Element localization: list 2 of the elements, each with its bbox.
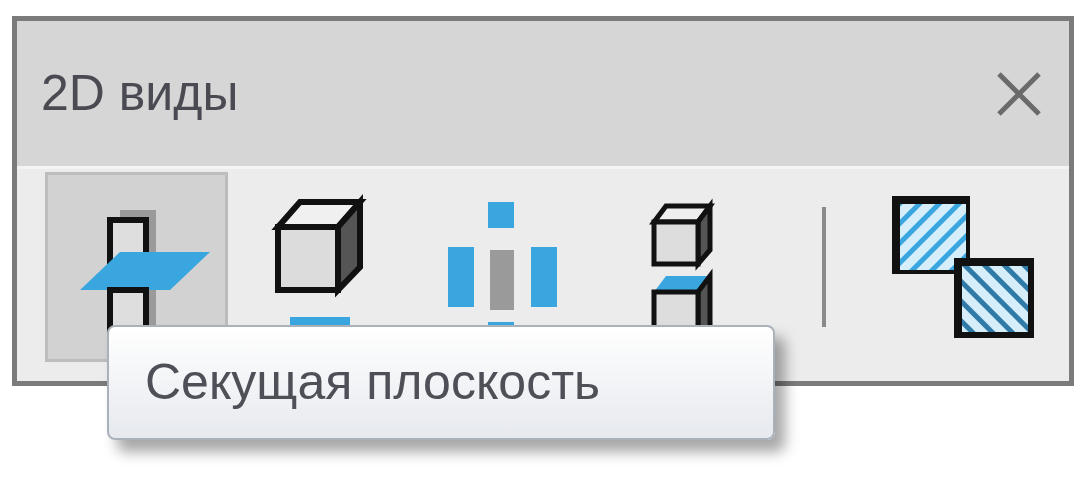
panel-title: 2D виды: [41, 64, 239, 123]
tooltip: Секущая плоскость: [107, 325, 775, 440]
